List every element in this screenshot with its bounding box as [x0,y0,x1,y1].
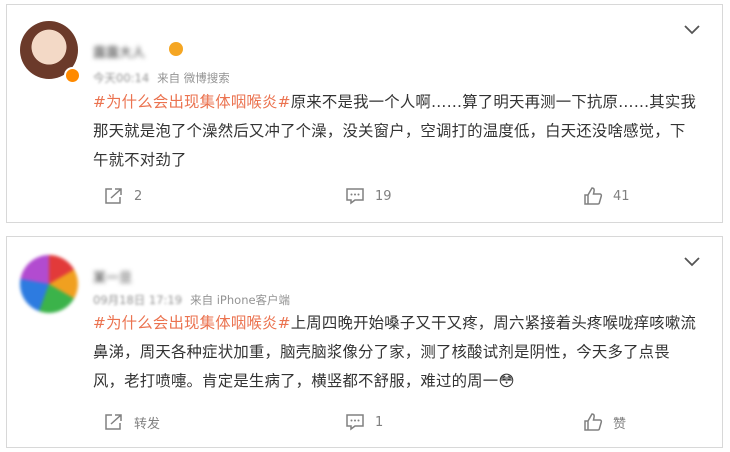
post-time[interactable]: 今天00:14 [93,71,149,85]
like-count: 41 [613,188,630,204]
post-source: 来自 iPhone客户端 [190,293,291,307]
emoji: 😳 [498,372,515,390]
username[interactable]: 某一旦 [93,267,132,286]
comment-icon [346,414,364,431]
comment-count: 1 [375,414,384,430]
post-card-1: 露露大人 今天00:14 来自 微博搜索 #为什么会出现集体咽喉炎#原来不是我一个… [6,4,723,223]
hashtag-link[interactable]: #为什么会出现集体咽喉炎# [93,93,291,111]
comment-icon [346,188,364,205]
post-card-2: 某一旦 09月18日 17:19 来自 iPhone客户端 #为什么会出现集体咽喉… [6,236,723,448]
verified-badge-icon [64,67,81,84]
like-icon [584,413,603,431]
chevron-down-icon[interactable] [684,255,700,269]
repost-button[interactable]: 2 [104,185,142,207]
comment-count: 19 [375,188,392,204]
hashtag-link[interactable]: #为什么会出现集体咽喉炎# [93,314,291,332]
action-bar: 2 19 41 [7,185,722,207]
action-bar: 转发 1 赞 [7,411,722,433]
avatar[interactable] [20,255,78,313]
post-text: #为什么会出现集体咽喉炎#上周四晚开始嗓子又干又疼，周六紧接着头疼喉咙痒咳嗽流鼻… [93,309,698,396]
member-icon [169,42,183,56]
like-button[interactable]: 赞 [583,411,626,433]
repost-icon [105,188,122,204]
like-label: 赞 [613,416,627,432]
post-source: 来自 微博搜索 [157,71,230,85]
comment-button[interactable]: 19 [345,185,392,207]
comment-button[interactable]: 1 [345,411,383,433]
like-icon [584,187,603,205]
repost-button[interactable]: 转发 [104,411,160,433]
username[interactable]: 露露大人 [93,42,145,61]
post-meta: 09月18日 17:19 来自 iPhone客户端 [93,292,290,308]
chevron-down-icon[interactable] [684,23,700,37]
like-button[interactable]: 41 [583,185,630,207]
repost-label: 转发 [134,416,161,432]
post-text: #为什么会出现集体咽喉炎#原来不是我一个人啊……算了明天再测一下抗原……其实我那… [93,88,698,175]
repost-icon [105,414,122,430]
repost-count: 2 [134,188,143,204]
post-time[interactable]: 09月18日 17:19 [93,293,182,307]
post-meta: 今天00:14 来自 微博搜索 [93,70,230,86]
